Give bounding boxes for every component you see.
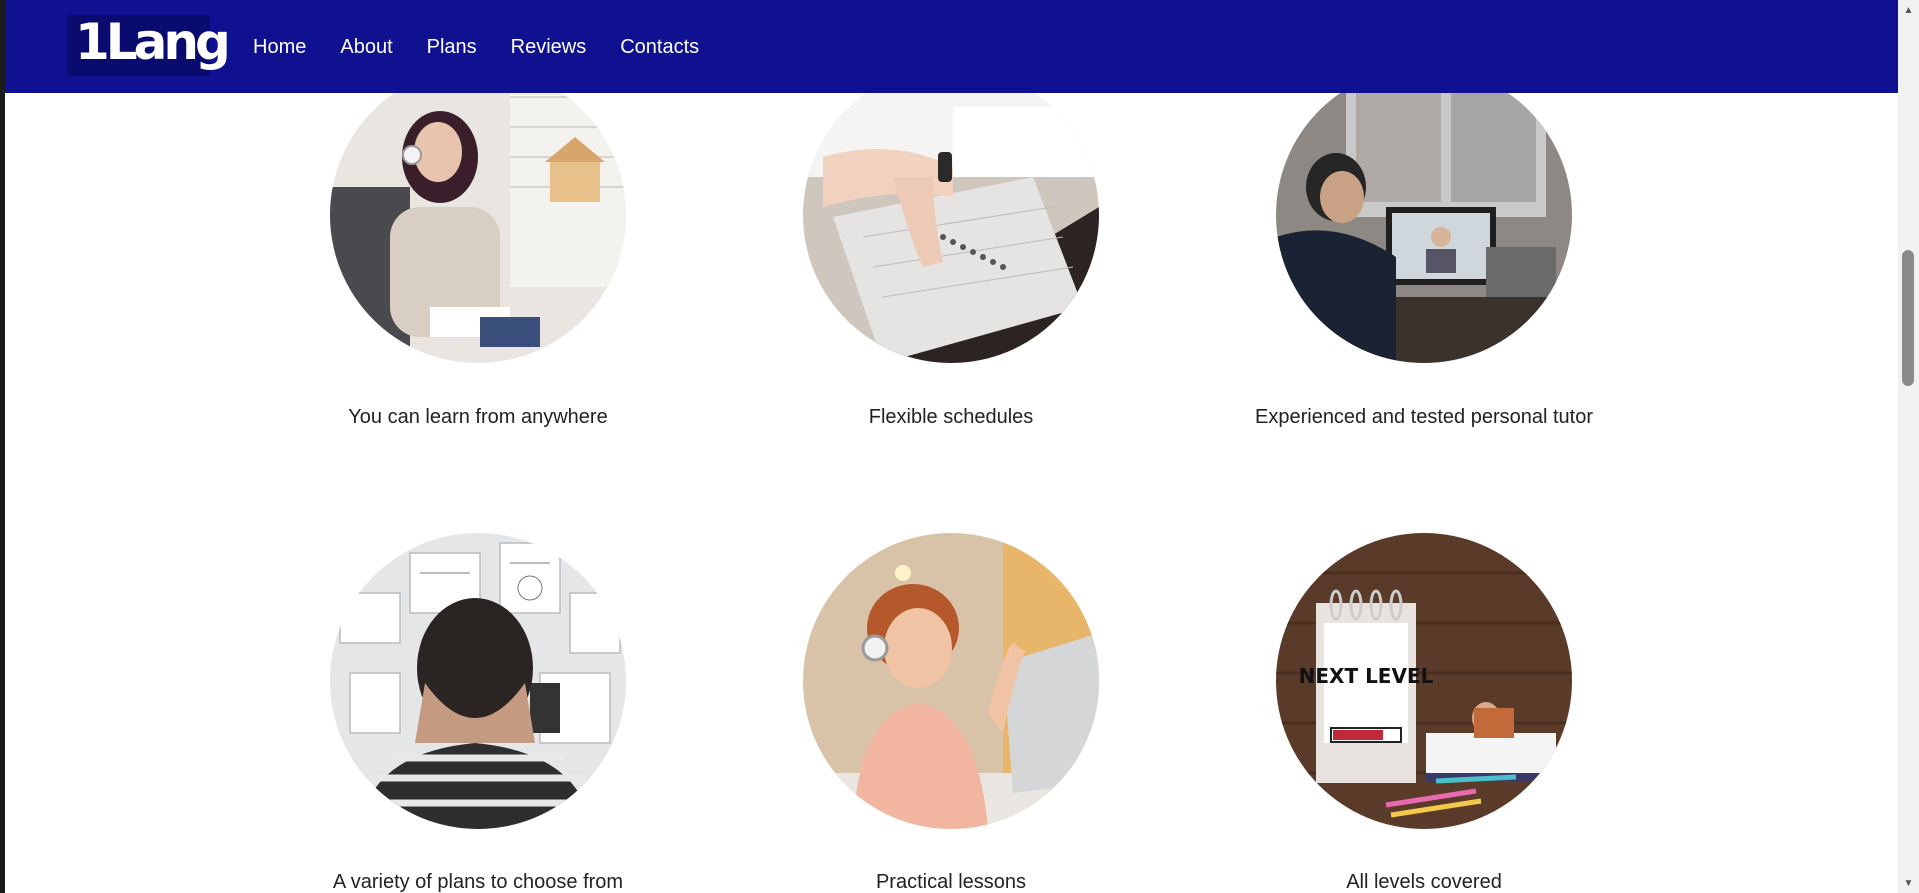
feature-image-flexible-schedules	[803, 67, 1099, 363]
feature-caption: Flexible schedules	[868, 406, 1034, 428]
nav-link-contacts[interactable]: Contacts	[620, 36, 699, 59]
scroll-up-arrow-icon[interactable]: ▲	[1898, 2, 1919, 20]
nav-link-reviews[interactable]: Reviews	[511, 36, 587, 59]
nav-link-plans[interactable]: Plans	[427, 36, 477, 59]
site-logo[interactable]: 1Lang	[67, 15, 231, 76]
scrollbar-thumb[interactable]	[1902, 250, 1914, 386]
scroll-down-arrow-icon[interactable]: ▼	[1898, 875, 1919, 893]
nav-link-about[interactable]: About	[340, 36, 392, 59]
feature-caption: Practical lessons	[875, 871, 1027, 893]
nav-link-home[interactable]: Home	[253, 36, 306, 59]
nav-links: Home About Plans Reviews Contacts	[253, 36, 699, 59]
feature-image-learn-anywhere	[330, 67, 626, 363]
features-section: You can learn from anywhere Flexible sch…	[5, 0, 1898, 893]
svg-text:NEXT LEVEL: NEXT LEVEL	[1299, 664, 1434, 688]
feature-caption: A variety of plans to choose from	[332, 871, 624, 893]
feature-image-personal-tutor	[1276, 67, 1572, 363]
feature-image-practical-lessons	[803, 533, 1099, 829]
feature-image-all-levels: NEXT LEVEL	[1276, 533, 1572, 829]
feature-image-variety-of-plans	[330, 533, 626, 829]
logo-text: 1Lang	[75, 13, 231, 71]
top-navbar: 1Lang Home About Plans Reviews Contacts	[5, 0, 1898, 93]
feature-caption: All levels covered	[1346, 871, 1502, 893]
feature-caption: Experienced and tested personal tutor	[1255, 406, 1593, 428]
feature-caption: You can learn from anywhere	[348, 406, 608, 428]
vertical-scrollbar[interactable]: ▲ ▼	[1898, 0, 1919, 893]
